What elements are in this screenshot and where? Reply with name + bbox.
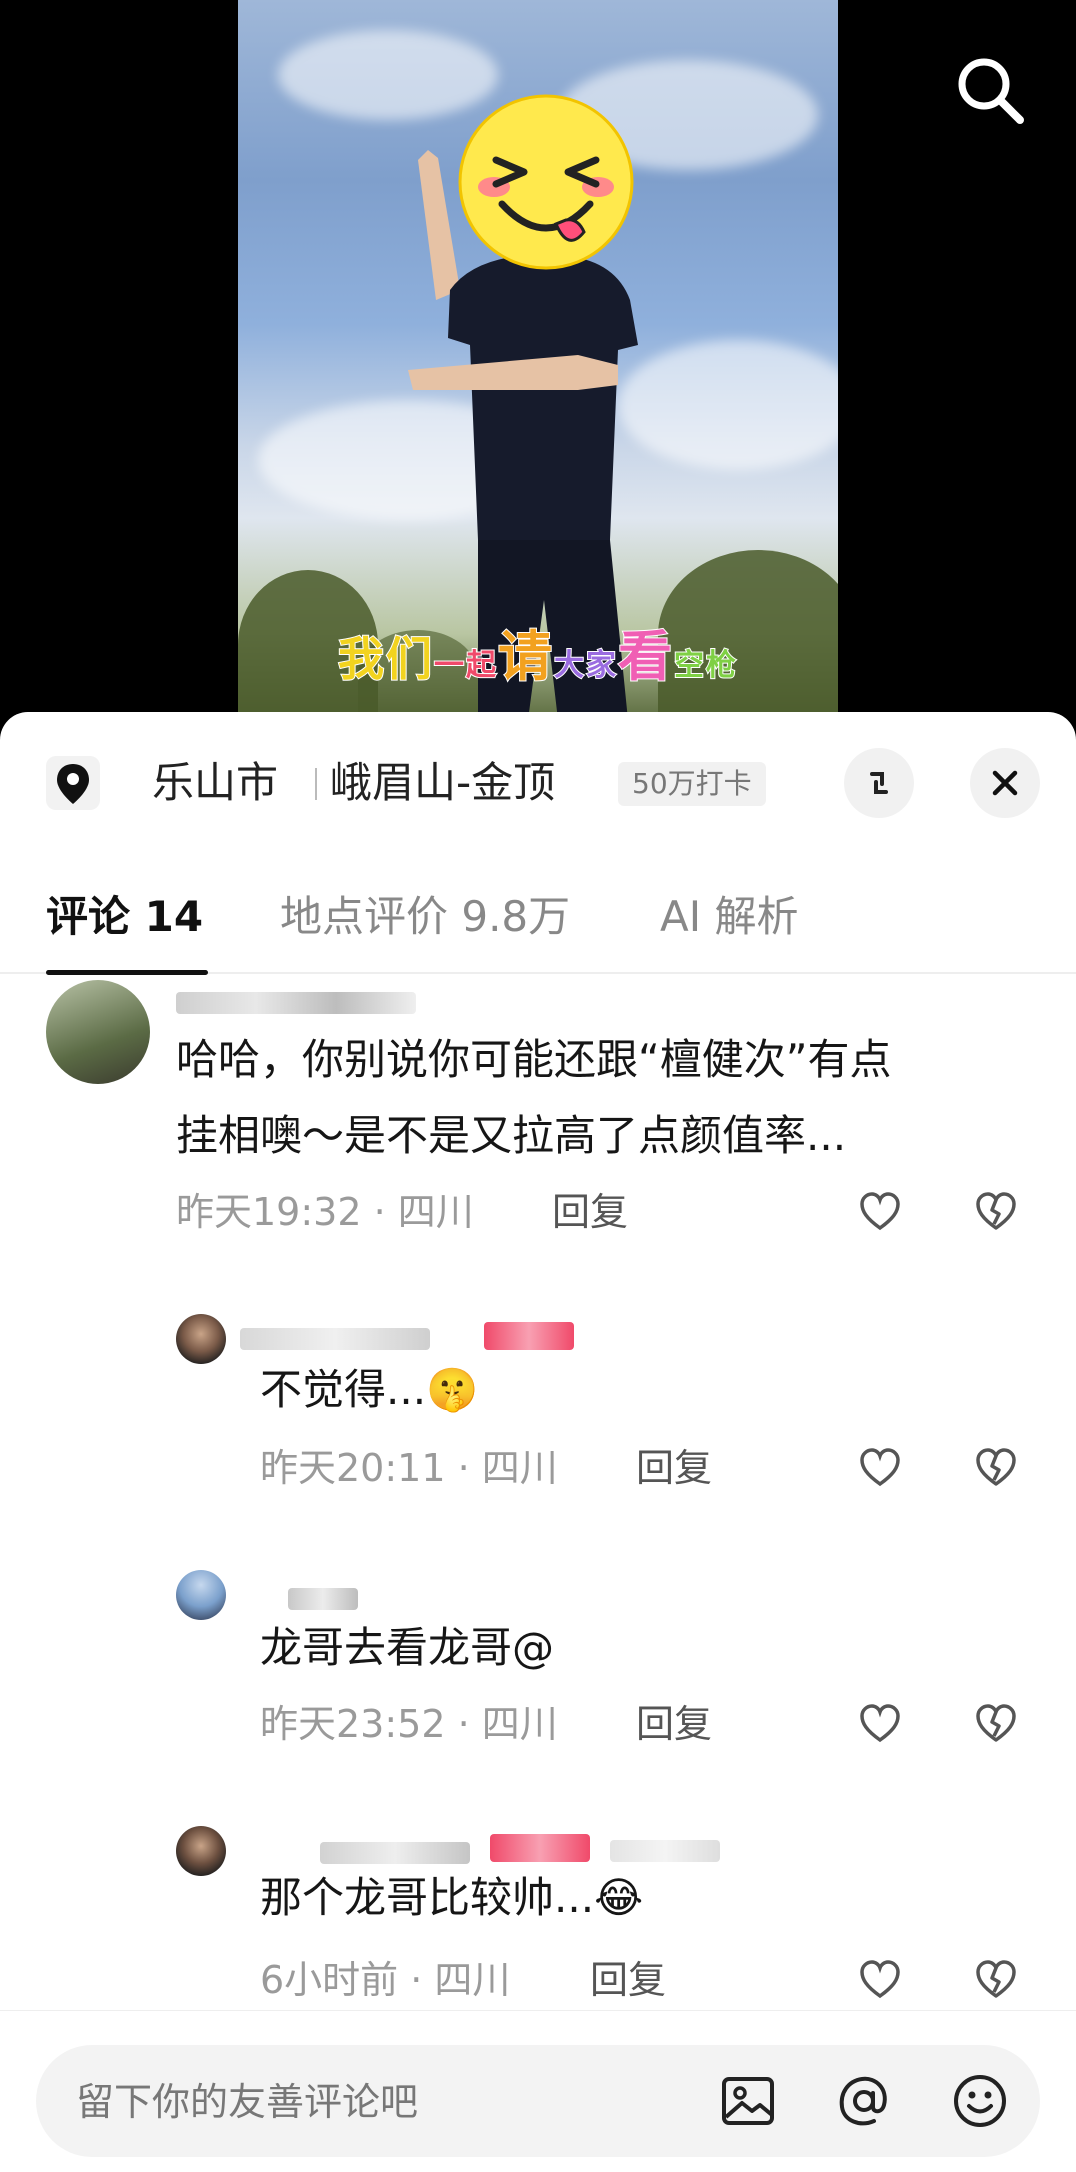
- user-tag-blurred: [610, 1840, 720, 1862]
- comment-input[interactable]: [74, 2045, 718, 2159]
- comment-text: 那个龙哥比较帅...😂: [260, 1866, 643, 1930]
- dislike-icon[interactable]: [972, 1188, 1020, 1236]
- user-badge-blurred: [484, 1322, 574, 1350]
- comment-text: 哈哈，你别说你可能还跟“檀健次”有点: [176, 1035, 892, 1084]
- reply-button[interactable]: 回复: [636, 1700, 712, 1748]
- dislike-icon[interactable]: [972, 1956, 1020, 2004]
- video-frame[interactable]: 我们一起请大家看空枪: [238, 0, 838, 720]
- collapse-icon[interactable]: [844, 748, 914, 818]
- comment-text-line2: 挂相噢～是不是又拉高了点颜值率...: [176, 1111, 847, 1160]
- emoji-icon[interactable]: [948, 2069, 1012, 2133]
- location-pin-icon: [46, 756, 100, 810]
- tab-comments[interactable]: 评论 14: [46, 890, 203, 944]
- caption-part-1: 一起: [433, 647, 498, 684]
- caption-part-2: 请: [497, 624, 554, 689]
- avatar[interactable]: [176, 1314, 226, 1364]
- comment-text-body: 那个龙哥比较帅...: [260, 1873, 595, 1922]
- comment-item: 哈哈，你别说你可能还跟“檀健次”有点 挂相噢～是不是又拉高了点颜值率... 昨天…: [0, 974, 1076, 1234]
- tab-location-reviews[interactable]: 地点评价 9.8万: [280, 890, 570, 944]
- caption-part-0: 我们: [337, 631, 434, 687]
- image-icon[interactable]: [716, 2069, 780, 2133]
- comment-input-box[interactable]: [36, 2045, 1040, 2159]
- comment-item: 不觉得...🤫 昨天20:11 · 四川 回复: [0, 1314, 1076, 1494]
- username-blurred[interactable]: [320, 1842, 470, 1864]
- laughing-emoji-icon: 😂: [594, 1873, 644, 1922]
- avatar[interactable]: [176, 1826, 226, 1876]
- avatar[interactable]: [46, 980, 150, 1084]
- dislike-icon[interactable]: [972, 1444, 1020, 1492]
- reply-button[interactable]: 回复: [636, 1444, 712, 1492]
- reply-button[interactable]: 回复: [590, 1956, 666, 2004]
- comment-list[interactable]: 哈哈，你别说你可能还跟“檀健次”有点 挂相噢～是不是又拉高了点颜值率... 昨天…: [0, 974, 1076, 2010]
- face-sticker: [458, 94, 634, 270]
- location-bar[interactable]: 乐山市 峨眉山-金顶 50万打卡: [0, 712, 1076, 852]
- caption-part-3: 大家: [553, 647, 618, 684]
- checkin-badge: 50万打卡: [618, 762, 766, 806]
- username-blurred[interactable]: [176, 992, 416, 1014]
- like-icon[interactable]: [856, 1700, 904, 1748]
- comment-input-bar: [0, 2010, 1076, 2172]
- caption-part-5: 空枪: [673, 647, 738, 684]
- shush-emoji-icon: 🤫: [426, 1365, 479, 1414]
- like-icon[interactable]: [856, 1188, 904, 1236]
- search-icon[interactable]: [950, 50, 1030, 130]
- tab-ai-analysis[interactable]: AI 解析: [660, 890, 798, 944]
- comment-text-body: 不觉得...: [260, 1365, 427, 1414]
- comment-meta: 昨天20:11 · 四川: [260, 1446, 558, 1490]
- comment-text: 不觉得...🤫: [260, 1358, 478, 1422]
- avatar[interactable]: [176, 1570, 226, 1620]
- caption-part-4: 看: [617, 624, 674, 689]
- comment-text: 龙哥去看龙哥@: [260, 1623, 555, 1672]
- close-icon[interactable]: [970, 748, 1040, 818]
- comment-meta: 6小时前 · 四川: [260, 1958, 511, 2002]
- user-badge-blurred: [490, 1834, 590, 1862]
- dislike-icon[interactable]: [972, 1700, 1020, 1748]
- location-city[interactable]: 乐山市: [152, 758, 278, 808]
- comment-item: 龙哥去看龙哥@ 昨天23:52 · 四川 回复: [0, 1570, 1076, 1750]
- at-icon[interactable]: [832, 2069, 896, 2133]
- location-divider: [315, 768, 317, 800]
- video-caption: 我们一起请大家看空枪: [238, 612, 838, 691]
- username-blurred[interactable]: [288, 1588, 358, 1610]
- comment-tabs: 评论 14 地点评价 9.8万 AI 解析: [0, 862, 1076, 975]
- location-place[interactable]: 峨眉山-金顶: [330, 758, 555, 808]
- comment-panel: 乐山市 峨眉山-金顶 50万打卡 评论 14 地点评价 9.8万 AI 解析 哈…: [0, 712, 1076, 2172]
- reply-button[interactable]: 回复: [552, 1188, 628, 1236]
- video-player[interactable]: 我们一起请大家看空枪: [0, 0, 1076, 720]
- comment-meta: 昨天19:32 · 四川: [176, 1190, 474, 1234]
- like-icon[interactable]: [856, 1444, 904, 1492]
- comment-item: 那个龙哥比较帅...😂 6小时前 · 四川 回复: [0, 1826, 1076, 2010]
- comment-meta: 昨天23:52 · 四川: [260, 1702, 558, 1746]
- like-icon[interactable]: [856, 1956, 904, 2004]
- username-blurred[interactable]: [240, 1328, 430, 1350]
